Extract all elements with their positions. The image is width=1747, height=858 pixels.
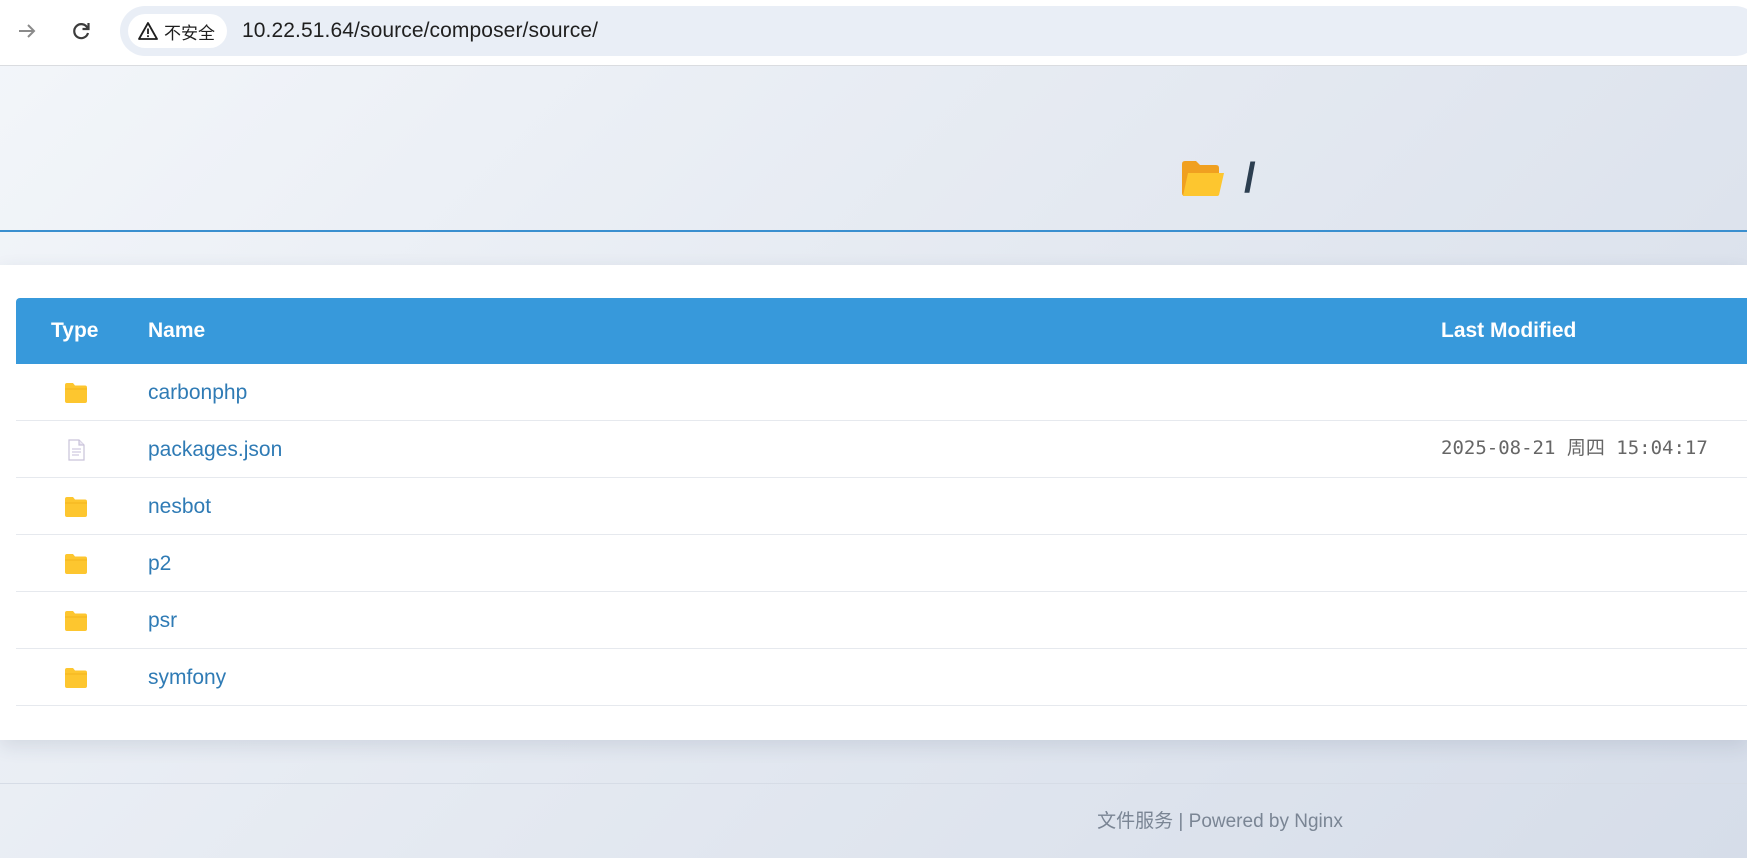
folder-icon: [65, 611, 87, 631]
reload-button[interactable]: [64, 14, 98, 48]
current-path: /: [1244, 154, 1256, 201]
security-label: 不安全: [164, 23, 215, 43]
file-icon: [68, 439, 85, 461]
url-text[interactable]: 10.22.51.64/source/composer/source/: [242, 6, 598, 56]
page-title: /: [1180, 153, 1256, 203]
file-link[interactable]: nesbot: [148, 478, 211, 535]
arrow-right-icon: [19, 24, 36, 38]
footer-divider: [0, 783, 1747, 784]
folder-icon: [65, 497, 87, 517]
page-header: /: [0, 67, 1747, 232]
reload-icon: [73, 23, 90, 40]
table-row[interactable]: psr: [16, 592, 1747, 649]
header-type[interactable]: Type: [51, 298, 98, 364]
table-header: Type Name Last Modified: [16, 298, 1747, 364]
table-row[interactable]: symfony: [16, 649, 1747, 706]
footer: 文件服务 | Powered by Nginx: [1097, 811, 1343, 832]
security-indicator[interactable]: 不安全: [128, 14, 227, 48]
folder-icon: [65, 668, 87, 688]
last-modified: 2025-08-21 周四 15:04:17: [1441, 437, 1708, 459]
address-bar[interactable]: 不安全 10.22.51.64/source/composer/source/: [120, 6, 1747, 56]
listing-card: Type Name Last Modified carbonphp packag…: [0, 265, 1747, 740]
file-link[interactable]: psr: [148, 592, 177, 649]
header-last-modified[interactable]: Last Modified: [1441, 298, 1576, 364]
table-row[interactable]: packages.json 2025-08-21 周四 15:04:17: [16, 421, 1747, 478]
file-link[interactable]: carbonphp: [148, 364, 247, 421]
table-row[interactable]: nesbot: [16, 478, 1747, 535]
file-link[interactable]: packages.json: [148, 421, 282, 478]
header-name[interactable]: Name: [148, 298, 205, 364]
browser-toolbar: 不安全 10.22.51.64/source/composer/source/: [0, 0, 1747, 66]
file-table: Type Name Last Modified carbonphp packag…: [16, 298, 1747, 706]
folder-icon: [65, 383, 87, 403]
forward-button[interactable]: [10, 14, 44, 48]
warning-icon: [138, 22, 158, 40]
file-link[interactable]: symfony: [148, 649, 226, 706]
folder-icon: [65, 554, 87, 574]
file-link[interactable]: p2: [148, 535, 171, 592]
table-row[interactable]: carbonphp: [16, 364, 1747, 421]
table-row[interactable]: p2: [16, 535, 1747, 592]
open-folder-icon: [1182, 161, 1224, 196]
